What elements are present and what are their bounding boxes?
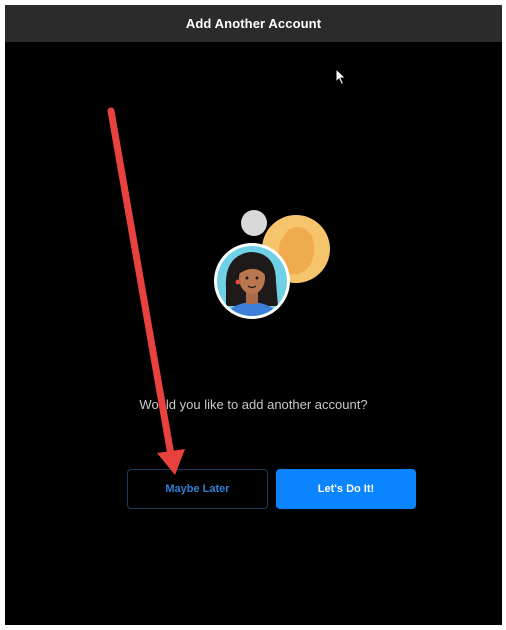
mouse-pointer-icon xyxy=(335,68,347,86)
window-title: Add Another Account xyxy=(185,16,322,31)
app-window: Add Another Account Would you like to ad… xyxy=(5,5,502,625)
lets-do-it-button[interactable]: Let's Do It! xyxy=(276,469,416,509)
title-bar: Add Another Account xyxy=(5,5,502,42)
accounts-avatar-illustration xyxy=(214,210,330,319)
placeholder-avatar-icon xyxy=(241,210,267,236)
add-account-question: Would you like to add another account? xyxy=(139,397,368,412)
user-avatar-icon xyxy=(214,243,290,319)
maybe-later-button[interactable]: Maybe Later xyxy=(127,469,268,509)
